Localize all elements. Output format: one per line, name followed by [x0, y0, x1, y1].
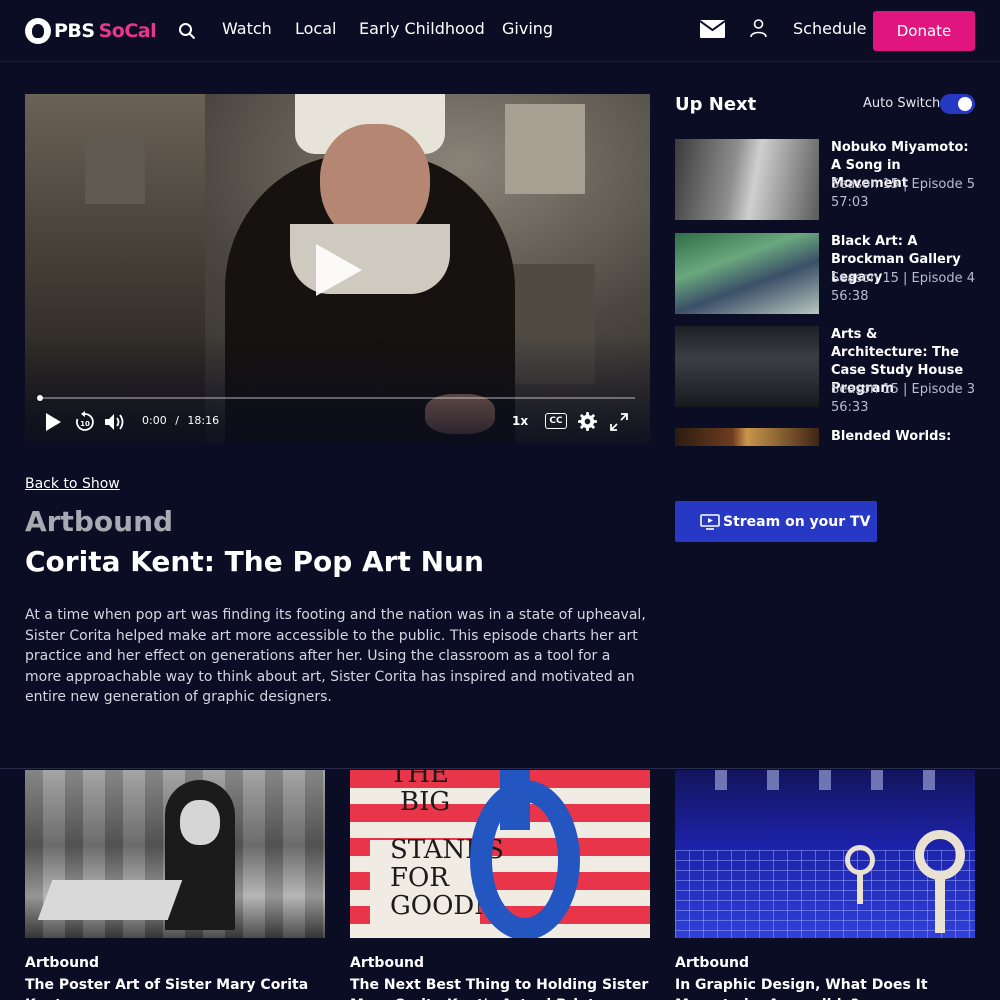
related-show: Artbound — [675, 955, 750, 971]
current-time: 0:00 — [142, 414, 167, 427]
episode-thumbnail[interactable] — [675, 326, 819, 407]
up-next-item[interactable]: Black Art: A Brockman Gallery Legacy Sea… — [675, 233, 975, 315]
schedule-link[interactable]: Schedule — [793, 19, 867, 38]
back-to-show-link[interactable]: Back to Show — [25, 476, 120, 492]
episode-thumbnail[interactable] — [675, 139, 819, 220]
up-next-item[interactable]: Arts & Architecture: The Case Study Hous… — [675, 326, 975, 424]
episode-thumbnail[interactable] — [675, 428, 819, 446]
nav-early-childhood[interactable]: Early Childhood — [359, 19, 485, 38]
related-thumbnail[interactable] — [675, 770, 975, 938]
episode-meta: Season 15 | Episode 5 — [831, 177, 975, 192]
duration: 18:16 — [187, 414, 220, 427]
stream-on-tv-button[interactable]: Stream on your TV — [675, 501, 877, 542]
tv-icon — [700, 513, 720, 530]
time-separator: / — [175, 414, 179, 427]
episode-title[interactable]: Blended Worlds: The — [831, 428, 975, 446]
time-display: 0:00 / 18:16 — [142, 414, 219, 427]
episode-meta: Season 15 | Episode 3 — [831, 382, 975, 397]
episode-duration: 56:33 — [831, 400, 869, 415]
up-next-heading: Up Next — [675, 94, 757, 115]
play-icon[interactable] — [43, 412, 63, 432]
related-card[interactable]: Artbound In Graphic Design, What Does It… — [675, 770, 975, 1000]
auto-switch-toggle[interactable] — [940, 94, 975, 114]
episode-duration: 56:38 — [831, 289, 869, 304]
nav-giving[interactable]: Giving — [502, 19, 553, 38]
volume-icon[interactable] — [104, 412, 126, 432]
related-show: Artbound — [350, 955, 425, 971]
up-next-item[interactable]: Nobuko Miyamoto: A Song in Movement Seas… — [675, 139, 975, 221]
related-thumbnail[interactable]: THE BIG STANDS FOR GOODN — [350, 770, 650, 938]
auto-switch-label: Auto Switch — [863, 96, 941, 111]
episode-thumbnail[interactable] — [675, 233, 819, 314]
up-next-list: Nobuko Miyamoto: A Song in Movement Seas… — [675, 139, 975, 446]
user-icon[interactable] — [750, 19, 767, 38]
site-header: PBS SoCal Watch Local Early Childhood Gi… — [0, 0, 1000, 62]
up-next-item[interactable]: Blended Worlds: The — [675, 428, 975, 446]
related-thumbnail[interactable] — [25, 770, 325, 938]
fullscreen-icon[interactable] — [610, 413, 628, 431]
closed-captions-button[interactable]: CC — [545, 413, 567, 429]
video-player[interactable]: 10 0:00 / 18:16 1x CC — [25, 94, 650, 444]
settings-gear-icon[interactable] — [578, 412, 597, 431]
episode-heading: Corita Kent: The Pop Art Nun — [25, 545, 484, 578]
show-title[interactable]: Artbound — [25, 505, 173, 538]
related-card[interactable]: THE BIG STANDS FOR GOODN Artbound The Ne… — [350, 770, 650, 1000]
nav-local[interactable]: Local — [295, 19, 336, 38]
progress-bar[interactable] — [37, 395, 635, 401]
related-show: Artbound — [25, 955, 100, 971]
related-card[interactable]: Artbound The Poster Art of Sister Mary C… — [25, 770, 325, 1000]
logo-pbs-text: PBS — [54, 20, 95, 42]
big-play-icon[interactable] — [316, 244, 362, 296]
episode-meta: Season 15 | Episode 4 — [831, 271, 975, 286]
nav-watch[interactable]: Watch — [222, 19, 272, 38]
related-title[interactable]: The Poster Art of Sister Mary Corita Ken… — [25, 975, 325, 1000]
rewind-10-icon[interactable]: 10 — [74, 411, 96, 433]
playback-speed-button[interactable]: 1x — [512, 414, 528, 428]
related-title[interactable]: In Graphic Design, What Does It Mean to … — [675, 975, 975, 1000]
section-divider — [0, 768, 1000, 769]
stream-on-tv-label: Stream on your TV — [723, 513, 871, 530]
mail-icon[interactable] — [700, 20, 725, 38]
logo-socal-text: SoCal — [98, 20, 157, 42]
donate-button[interactable]: Donate — [873, 11, 975, 51]
svg-text:10: 10 — [80, 420, 90, 428]
toggle-knob — [958, 97, 972, 111]
related-title[interactable]: The Next Best Thing to Holding Sister Ma… — [350, 975, 650, 1000]
search-icon[interactable] — [178, 22, 196, 40]
pbs-head-icon — [25, 18, 51, 44]
pbs-socal-logo[interactable]: PBS SoCal — [25, 17, 157, 45]
progress-handle[interactable] — [37, 395, 43, 401]
episode-description: At a time when pop art was finding its f… — [25, 607, 646, 705]
episode-duration: 57:03 — [831, 195, 869, 210]
